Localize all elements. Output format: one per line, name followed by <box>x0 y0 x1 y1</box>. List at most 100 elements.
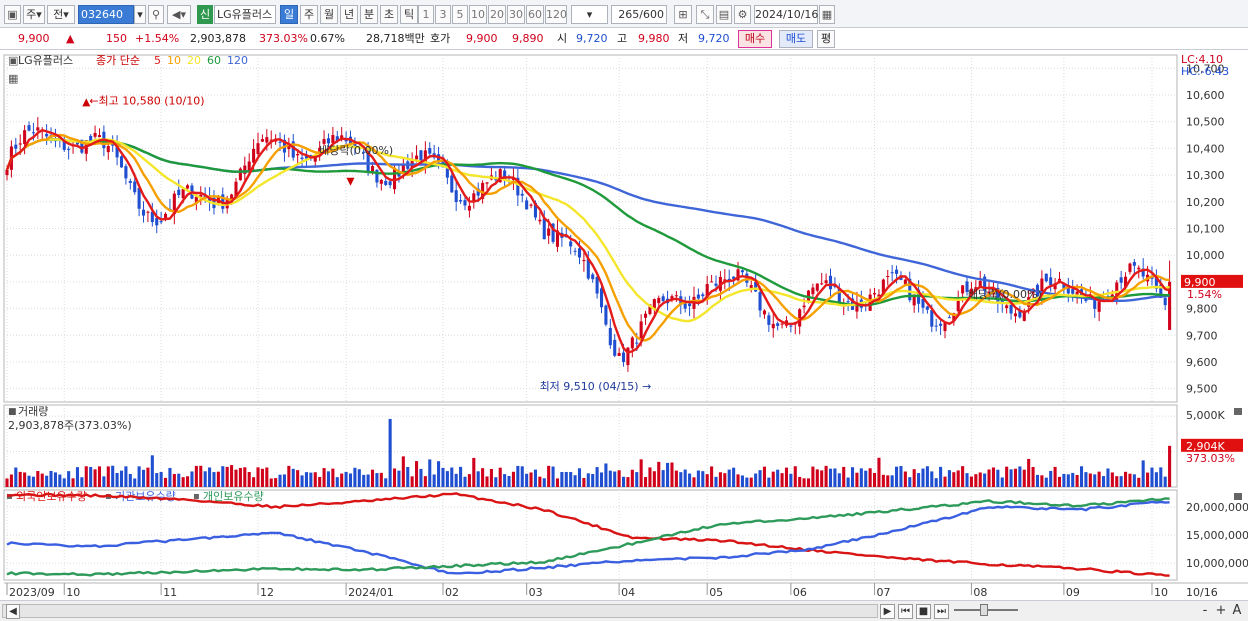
prev-select[interactable]: 전▾ <box>47 5 75 24</box>
volume-last-ratio: 373.03% <box>1186 452 1235 465</box>
candle-body <box>450 175 454 193</box>
zoom-button-2[interactable]: A <box>1230 604 1244 619</box>
candle-body <box>260 139 264 142</box>
volume-bar <box>340 473 344 487</box>
zoom-button-1[interactable]: + <box>1214 604 1228 619</box>
candle-body <box>644 313 648 318</box>
candle-body <box>811 287 815 295</box>
interval-button-120[interactable]: 120 <box>545 5 567 24</box>
nav-button-3[interactable]: ⏭ <box>934 604 949 619</box>
stock-name-field[interactable]: LG유플러스 <box>214 5 276 24</box>
interval-button-1[interactable]: 1 <box>418 5 434 24</box>
volume-bar <box>1168 445 1172 487</box>
volume-bar <box>1106 468 1110 487</box>
volume-bar <box>1097 471 1101 487</box>
count-field[interactable]: 265/600 <box>611 5 667 24</box>
volume-bar <box>459 466 463 487</box>
volume-bar <box>1075 474 1079 487</box>
nav-button-1[interactable]: ⏮ <box>898 604 913 619</box>
timeframe-tab-0[interactable]: 일 <box>280 5 298 24</box>
candle-body <box>415 155 419 160</box>
nav-button-2[interactable]: ■ <box>916 604 931 619</box>
code-input[interactable]: 032640 <box>78 5 134 24</box>
save-icon[interactable]: ▤ <box>716 5 732 24</box>
volume-bar <box>247 471 251 487</box>
current-price: 9,900 <box>18 32 50 45</box>
new-badge[interactable]: 신 <box>197 5 213 24</box>
volume-bar <box>1115 476 1119 487</box>
timeframe-tab-5[interactable]: 초 <box>380 5 398 24</box>
draw-tool-icon[interactable]: ⤡ <box>696 5 714 24</box>
volume-bar <box>784 467 789 487</box>
volume-bar <box>1057 476 1062 487</box>
price-tick-label: 10,200 <box>1186 196 1225 209</box>
scroll-left-icon[interactable]: ◀ <box>6 604 20 619</box>
interval-button-3[interactable]: 3 <box>435 5 451 24</box>
gear-icon[interactable]: ⚙ <box>734 5 751 24</box>
nav-button-0[interactable]: ▶ <box>880 604 895 619</box>
code-dropdown-icon[interactable]: ▾ <box>134 5 146 24</box>
interval-button-20[interactable]: 20 <box>488 5 506 24</box>
volume-bar <box>278 474 282 487</box>
volume-bar <box>230 465 234 487</box>
candle-body <box>886 276 890 278</box>
volume-bar <box>1005 466 1009 487</box>
volume-bar <box>75 467 80 487</box>
candle-body <box>710 281 714 283</box>
candle-body <box>392 167 397 190</box>
interval-button-5[interactable]: 5 <box>452 5 468 24</box>
volume-bar <box>392 468 397 487</box>
volume-bar <box>1093 474 1097 487</box>
quote-bar: 9,900 ▲ 150 +1.54% 2,903,878 373.03% 0.6… <box>0 28 1248 50</box>
timeframe-tab-2[interactable]: 월 <box>320 5 338 24</box>
layout-icon[interactable]: ▣ <box>4 5 21 24</box>
interval-button-30[interactable]: 30 <box>507 5 525 24</box>
volume-bar <box>547 465 551 487</box>
date-field[interactable]: 2024/10/16 <box>754 5 818 24</box>
zoom-button-0[interactable]: - <box>1198 604 1212 619</box>
timeframe-tab-1[interactable]: 주 <box>300 5 318 24</box>
calendar-icon[interactable]: ▦ <box>819 5 835 24</box>
low-label: 저 <box>678 32 689 45</box>
high-label: 고 <box>617 32 628 45</box>
search-icon[interactable]: ⚲ <box>148 5 164 24</box>
interval-button-10[interactable]: 10 <box>469 5 487 24</box>
buy-button[interactable]: 매수 <box>738 30 772 48</box>
chart-scrollbar[interactable] <box>2 604 878 618</box>
timeframe-tab-6[interactable]: 틱 <box>400 5 418 24</box>
volume-bar <box>53 472 57 487</box>
volume-bar <box>714 476 718 487</box>
volume-bar <box>27 475 31 487</box>
zoom-slider-handle[interactable] <box>980 604 988 616</box>
volume-bar <box>934 478 938 487</box>
candle-body <box>828 275 833 290</box>
volume-bar <box>89 466 93 487</box>
interval-dropdown[interactable]: ▾ <box>571 5 608 24</box>
count-total: /600 <box>639 8 664 21</box>
volume-bar <box>520 466 524 487</box>
volume-bar <box>1044 477 1048 487</box>
candle-body <box>771 323 775 329</box>
period-select[interactable]: 주▾ <box>23 5 45 24</box>
volume-bar <box>644 477 648 487</box>
timeframe-tab-4[interactable]: 분 <box>360 5 378 24</box>
volume-bar <box>137 466 141 487</box>
timeframe-tab-3[interactable]: 년 <box>340 5 358 24</box>
volume-bar <box>1110 472 1114 487</box>
interval-button-60[interactable]: 60 <box>526 5 544 24</box>
candle-body <box>573 250 577 252</box>
candle-body <box>379 179 383 184</box>
volume-bar <box>956 470 960 487</box>
volume-bar <box>1137 477 1141 487</box>
volume-bar <box>621 476 626 487</box>
flat-button[interactable]: 평 <box>817 30 835 48</box>
stock-chart[interactable]: 10,70010,60010,50010,40010,30010,20010,1… <box>0 50 1248 600</box>
volume-bar <box>335 477 339 487</box>
sell-button[interactable]: 매도 <box>779 30 813 48</box>
speaker-icon[interactable]: ◀▾ <box>167 5 191 24</box>
candle-body <box>674 295 678 297</box>
chart-settings-icon[interactable]: ⊞ <box>674 5 692 24</box>
volume-bar <box>252 477 256 487</box>
prev-label: 전 <box>53 8 64 21</box>
volume-bar <box>203 471 207 487</box>
